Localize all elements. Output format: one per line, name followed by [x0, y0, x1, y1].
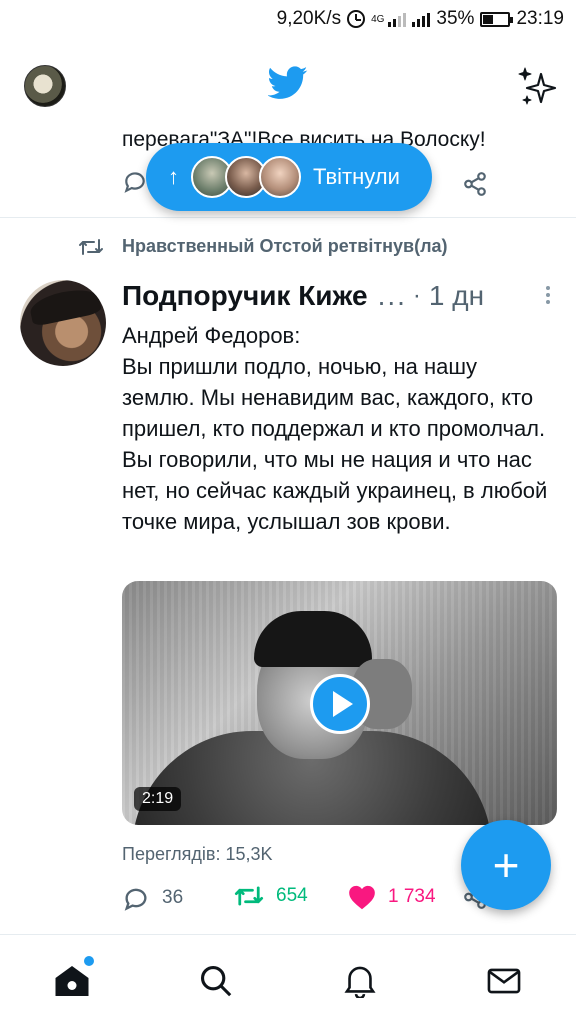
network-type: 4G: [371, 13, 385, 25]
home-icon: [55, 966, 89, 996]
retweeted-by-label: Нравственный Отстой ретвітнув(ла): [122, 236, 448, 256]
tweet-header: Подпоручик Киже ... · 1 дн: [122, 278, 558, 314]
signal-icon: [388, 11, 407, 27]
sparkle-icon[interactable]: [517, 66, 557, 106]
search-icon: [200, 965, 232, 997]
like-count: 1 734: [388, 886, 436, 907]
name-ellipsis: ...: [377, 280, 407, 311]
reply-button[interactable]: 36: [122, 884, 183, 912]
signal-icon-2: [412, 11, 431, 27]
plus-icon: +: [492, 839, 520, 891]
notification-dot: [84, 956, 94, 966]
compose-tweet-button[interactable]: +: [461, 820, 551, 910]
status-bar: 9,20K/s 4G 35% 23:19: [0, 0, 576, 38]
retweeted-by[interactable]: Нравственный Отстой ретвітнув(ла): [78, 236, 448, 257]
retweet-button[interactable]: 654: [234, 884, 308, 908]
nav-notifications[interactable]: [338, 959, 382, 1003]
tweet-time[interactable]: 1 дн: [429, 280, 484, 312]
retweet-count: 654: [276, 885, 308, 906]
avatar: [259, 156, 301, 198]
battery-icon: [480, 11, 514, 27]
twitter-bird-icon[interactable]: [268, 66, 308, 100]
alarm-icon: [347, 10, 366, 28]
nav-search[interactable]: [194, 959, 238, 1003]
new-tweets-label: Твітнули: [313, 164, 400, 189]
separator: ·: [412, 282, 421, 309]
reply-icon[interactable]: [122, 168, 148, 194]
profile-avatar-button[interactable]: [24, 65, 66, 107]
tweet-text-line: Андрей Федоров:: [122, 323, 301, 348]
video-player[interactable]: 2:19: [122, 581, 557, 825]
video-duration: 2:19: [134, 787, 182, 811]
reply-count: 36: [162, 887, 184, 908]
nav-home[interactable]: [50, 956, 94, 1003]
reply-icon: [124, 888, 147, 911]
author-name[interactable]: Подпоручик Киже: [122, 280, 368, 312]
nav-messages[interactable]: [482, 959, 526, 1003]
battery-percent: 35%: [436, 8, 475, 29]
like-button[interactable]: 1 734: [348, 884, 436, 910]
bell-icon: [344, 966, 376, 998]
network-speed: 9,20K/s: [276, 8, 342, 29]
retweet-icon: [234, 886, 264, 906]
arrow-up-icon: ↑: [168, 164, 179, 189]
more-options-icon[interactable]: [546, 286, 552, 306]
view-count: Переглядів: 15,3K: [122, 844, 273, 864]
mail-icon: [487, 968, 521, 994]
play-icon[interactable]: [310, 674, 370, 734]
tweet-text[interactable]: Андрей Федоров: Вы пришли подло, ночью, …: [122, 320, 554, 537]
share-icon[interactable]: [462, 171, 488, 197]
author-avatar[interactable]: [20, 280, 106, 366]
bottom-nav: [0, 934, 576, 1024]
top-app-bar: [0, 38, 576, 128]
divider: [0, 217, 576, 218]
new-tweets-avatars: [191, 156, 301, 198]
heart-icon: [349, 885, 375, 910]
clock: 23:19: [516, 8, 564, 29]
new-tweets-pill[interactable]: ↑ Твітнули: [146, 143, 432, 211]
retweet-icon: [79, 238, 103, 255]
tweet-text-line: Вы пришли подло, ночью, на нашу землю. М…: [122, 354, 548, 534]
